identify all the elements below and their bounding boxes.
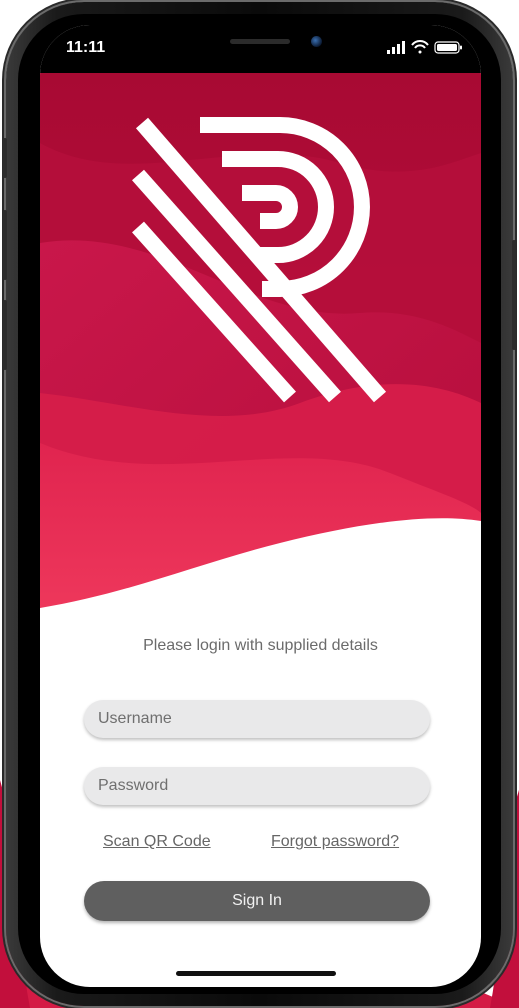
forgot-password-link[interactable]: Forgot password? (271, 833, 399, 851)
password-input[interactable] (84, 767, 430, 805)
username-input[interactable] (84, 700, 430, 738)
status-time: 11:11 (66, 39, 106, 56)
r-logo-icon (132, 117, 387, 403)
sign-in-button[interactable]: Sign In (84, 881, 430, 921)
status-icons (387, 40, 462, 54)
app-screen: 11:11 Please login with supplied details… (40, 25, 481, 987)
login-form: Please login with supplied details Scan … (40, 625, 481, 987)
battery-icon (434, 41, 462, 54)
notch (135, 25, 385, 61)
login-prompt: Please login with supplied details (143, 637, 378, 654)
volume-up-button (3, 210, 7, 280)
status-bar: 11:11 (40, 25, 481, 73)
front-camera (311, 36, 322, 47)
speaker-grille (230, 39, 290, 44)
power-button (512, 240, 516, 350)
home-indicator[interactable] (176, 971, 336, 976)
silent-switch (3, 138, 7, 178)
scan-qr-code-link[interactable]: Scan QR Code (103, 833, 211, 851)
wifi-icon (411, 40, 429, 54)
volume-down-button (3, 300, 7, 370)
signal-icon (387, 41, 405, 54)
